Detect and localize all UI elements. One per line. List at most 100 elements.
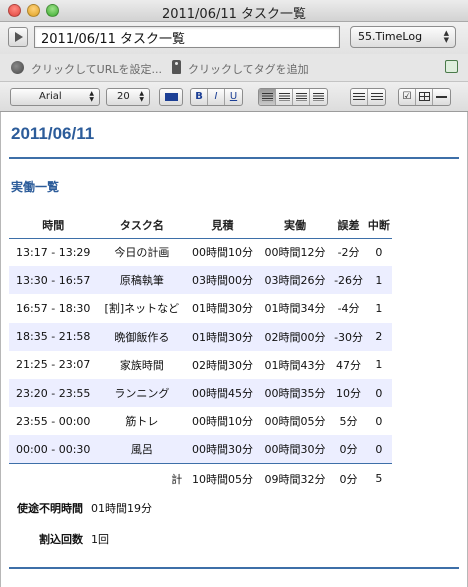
unknown-time-value: 01時間19分 (91, 502, 152, 515)
date-heading: 2011/06/11 (11, 124, 95, 143)
table-row: 13:17 - 13:29 今日の計画 00時間10分 00時間12分 -2分 … (9, 238, 392, 266)
estimate-cell: 00時間30分 (186, 435, 259, 465)
numbered-list-button[interactable] (368, 89, 385, 105)
interrupts-cell: 1 (375, 301, 383, 315)
diff-cell: -4分 (337, 302, 360, 316)
play-icon[interactable] (8, 27, 28, 47)
time-cell: 00:00 - 00:30 (9, 435, 98, 465)
bulleted-list-button[interactable] (351, 89, 368, 105)
diff-cell: 47分 (336, 358, 362, 372)
align-left-button[interactable] (259, 89, 276, 105)
column-header-actual: 実働 (258, 212, 332, 239)
actual-cell: 00時間05分 (264, 415, 326, 429)
note-title-row: 55.TimeLog ▲▼ (0, 22, 468, 54)
horizontal-rule-button[interactable] (433, 89, 450, 105)
bulleted-list-icon (353, 93, 365, 101)
table-row: 00:00 - 00:30 風呂 00時間30分 00時間30分 0分 0 (9, 435, 392, 465)
underline-button[interactable]: U (225, 89, 242, 105)
time-cell: 18:35 - 21:58 (9, 322, 98, 351)
align-center-button[interactable] (276, 89, 293, 105)
total-interrupts-cell: 5 (375, 472, 383, 486)
interrupt-count-value: 1回 (91, 533, 109, 546)
font-size-select[interactable]: 20 ▲ ▼ (106, 88, 150, 106)
font-family-select[interactable]: Arial ▲ ▼ (10, 88, 100, 106)
column-header-task: タスク名 (97, 212, 187, 239)
task-cell: ランニング (97, 378, 187, 408)
align-right-button[interactable] (293, 89, 310, 105)
time-cell: 13:30 - 16:57 (9, 266, 98, 295)
text-style-group: B I U (190, 88, 243, 106)
font-family-value: Arial (39, 91, 62, 102)
diff-cell: -26分 (331, 266, 366, 295)
align-center-icon (278, 93, 290, 101)
task-cell: 原稿執筆 (97, 266, 187, 295)
notebook-select[interactable]: 55.TimeLog ▲ ▼ (350, 26, 456, 48)
globe-icon (11, 61, 24, 74)
chevron-updown-icon: ▲ ▼ (139, 90, 144, 103)
numbered-list-icon (370, 93, 383, 101)
italic-button[interactable]: I (208, 89, 225, 105)
font-size-value: 20 (117, 91, 130, 102)
estimate-cell: 00時間10分 (191, 415, 253, 429)
estimate-cell: 00時間10分 (191, 246, 253, 260)
unknown-time-line: 使途不明時間 01時間19分 (17, 500, 152, 516)
time-cell: 13:17 - 13:29 (16, 245, 91, 259)
table-header-row: 時間 タスク名 見積 実働 誤差 中断 (9, 212, 392, 239)
share-icon[interactable] (445, 60, 458, 73)
horizontal-rule-icon (436, 96, 447, 98)
checkbox-icon: ☑ (402, 91, 412, 102)
align-justify-icon (313, 93, 324, 101)
estimate-cell: 02時間30分 (191, 358, 253, 372)
column-header-interrupts: 中断 (365, 212, 392, 239)
chevron-updown-icon: ▲ ▼ (443, 29, 449, 44)
interrupts-cell: 0 (365, 435, 392, 465)
total-label: 計 (171, 472, 183, 486)
actual-cell: 03時間26分 (258, 266, 332, 295)
align-justify-button[interactable] (310, 89, 327, 105)
interrupt-count-line: 割込回数 1回 (39, 531, 109, 547)
insert-table-button[interactable] (416, 89, 433, 105)
table-row: 21:25 - 23:07 家族時間 02時間30分 01時間43分 47分 1 (9, 351, 392, 379)
align-right-icon (295, 93, 307, 101)
note-title-input[interactable] (34, 26, 340, 48)
chevron-updown-icon: ▲ ▼ (89, 90, 94, 103)
url-field[interactable]: クリックしてURLを設定... (31, 61, 162, 77)
table-icon (418, 92, 430, 101)
text-color-button[interactable] (159, 88, 183, 106)
diff-cell: 5分 (339, 415, 358, 429)
insert-group: ☑ (398, 88, 451, 106)
divider (9, 157, 459, 159)
table-row: 23:20 - 23:55 ランニング 00時間45分 00時間35分 10分 … (9, 378, 392, 408)
actual-cell: 01時間43分 (264, 358, 326, 372)
checkbox-button[interactable]: ☑ (399, 89, 416, 105)
list-group (350, 88, 386, 106)
table-row: 23:55 - 00:00 筋トレ 00時間10分 00時間05分 5分 0 (9, 407, 392, 435)
interrupts-cell: 1 (375, 358, 383, 372)
bold-button[interactable]: B (191, 89, 208, 105)
task-cell: [割]ネットなど (104, 302, 180, 316)
formatting-toolbar: Arial ▲ ▼ 20 ▲ ▼ B I U ☑ (0, 82, 468, 112)
interrupts-cell: 1 (365, 266, 392, 295)
table-row: 13:30 - 16:57 原稿執筆 03時間00分 03時間26分 -26分 … (9, 266, 392, 295)
title-bar[interactable]: 2011/06/11 タスク一覧 (0, 0, 468, 22)
estimate-cell: 01時間30分 (186, 322, 259, 351)
time-cell: 21:25 - 23:07 (16, 358, 91, 372)
tag-field[interactable]: クリックしてタグを追加 (188, 61, 309, 77)
actual-cell: 01時間34分 (264, 302, 326, 316)
task-cell: 今日の計画 (114, 246, 170, 260)
diff-cell: -2分 (337, 246, 360, 260)
estimate-cell: 01時間30分 (191, 302, 253, 316)
total-diff-cell: 0分 (339, 472, 358, 486)
actual-cell: 00時間35分 (258, 378, 332, 408)
interrupts-cell: 2 (365, 322, 392, 351)
table-row: 18:35 - 21:58 晩御飯作る 01時間30分 02時間00分 -30分… (9, 322, 392, 351)
interrupts-cell: 0 (365, 378, 392, 408)
note-body[interactable]: 2011/06/11 実働一覧 時間 タスク名 見積 実働 誤差 中断 13:1… (0, 112, 468, 587)
task-cell: 家族時間 (119, 358, 164, 372)
interrupts-cell: 0 (375, 414, 383, 428)
task-log-table: 時間 タスク名 見積 実働 誤差 中断 13:17 - 13:29 今日の計画 … (9, 212, 392, 494)
total-estimate-cell: 10時間05分 (191, 472, 253, 486)
divider (9, 567, 459, 569)
column-header-diff: 誤差 (331, 212, 366, 239)
color-swatch (165, 93, 178, 101)
